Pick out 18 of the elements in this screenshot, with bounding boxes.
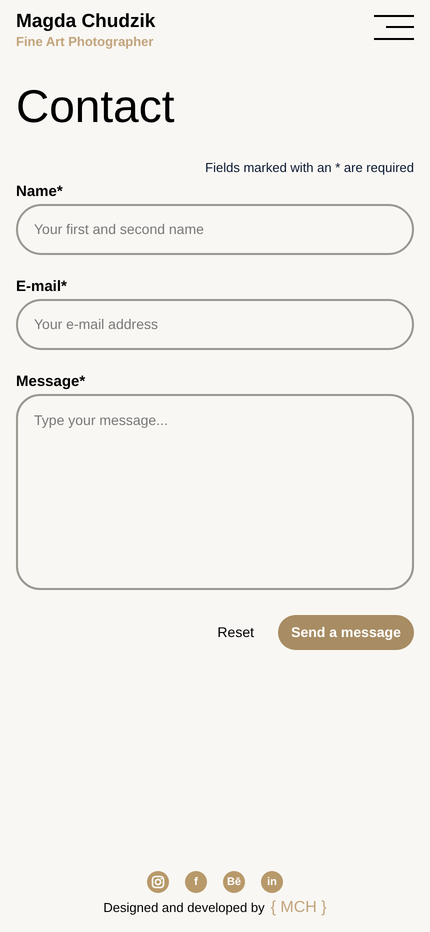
input-field[interactable]: Your e-mail address	[16, 298, 414, 350]
credit-text: Designed and developed by	[103, 899, 265, 918]
field-label: Name*	[16, 182, 64, 202]
field-label: E-mail*	[16, 276, 68, 296]
reset-button[interactable]: Reset	[217, 614, 254, 650]
site-subtitle: Fine Art Photographer	[16, 34, 154, 50]
page-title: Contact	[16, 79, 176, 134]
social-link[interactable]: in	[261, 871, 283, 893]
field-label: Message*	[16, 372, 86, 392]
message-field[interactable]: Type your message...	[16, 394, 414, 590]
brand-link[interactable]: { MCH }	[270, 896, 327, 920]
menu-icon[interactable]	[374, 15, 414, 40]
social-link[interactable]: Bē	[223, 871, 245, 893]
input-field[interactable]: Your first and second name	[16, 204, 414, 254]
social-link[interactable]: f	[185, 871, 207, 893]
camera-icon[interactable]	[147, 871, 169, 893]
required-note: Fields marked with an * are required	[205, 159, 414, 177]
site-name[interactable]: Magda Chudzik	[16, 10, 156, 34]
